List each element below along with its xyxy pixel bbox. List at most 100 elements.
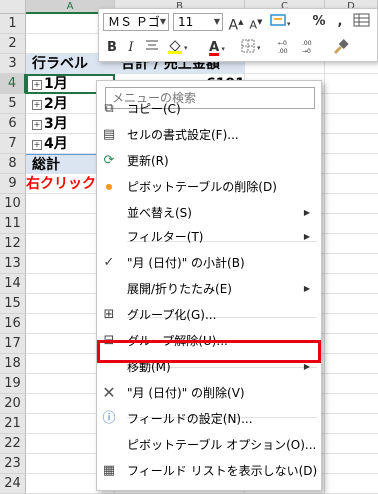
percent-style-button[interactable]: %	[311, 12, 327, 32]
bullet-icon: ●	[105, 182, 113, 191]
expand-icon[interactable]: +	[32, 120, 42, 130]
paint-bucket-icon: ▾	[168, 40, 188, 54]
font-color-button[interactable]: A ▾	[203, 38, 231, 58]
row-header[interactable]: 24	[0, 474, 26, 494]
pivot-item-label: 3月	[44, 116, 68, 132]
font-name-box[interactable]: ＭＳ Ｐゴ ▼	[103, 13, 169, 31]
context-menu-item[interactable]: フィルター(T) ▶	[96, 226, 322, 248]
svg-text:▾: ▾	[184, 44, 188, 52]
menu-item-label: フィルター(T)	[127, 230, 204, 244]
format-painter-table-button[interactable]	[351, 12, 373, 32]
paintbrush-icon	[334, 39, 349, 54]
row-header[interactable]: 15	[0, 294, 26, 314]
svg-text:▾: ▾	[287, 20, 291, 28]
right-click-annotation: 右クリック	[26, 176, 96, 192]
context-menu-item[interactable]: ▦ フィールド リストを表示しない(D)	[96, 460, 322, 482]
row-header[interactable]: 20	[0, 394, 26, 414]
borders-button[interactable]: ▾	[239, 38, 267, 58]
group-icon: ⊞	[103, 307, 115, 322]
context-menu-item[interactable]: ▤ セルの書式設定(F)...	[96, 124, 322, 146]
field-list-icon: ▦	[102, 463, 116, 478]
row-header[interactable]: 23	[0, 454, 26, 474]
menu-item-label: 並べ替え(S)	[127, 206, 192, 220]
expand-icon[interactable]: +	[32, 140, 42, 150]
font-size-box[interactable]: 11 ▼	[173, 13, 223, 31]
context-menu-item[interactable]: ⟳ 更新(R)	[96, 150, 322, 172]
row-header[interactable]: 6	[0, 114, 26, 134]
fill-color-button[interactable]: ▾	[165, 38, 193, 58]
menu-item-label: ピボットテーブル オプション(O)...	[127, 438, 317, 452]
format-painter-button[interactable]	[329, 38, 351, 58]
grow-font-button[interactable]: A▲	[227, 12, 245, 34]
context-menu-item[interactable]: ⊞ グループ化(G)...	[96, 304, 322, 326]
ungroup-highlight-box	[97, 340, 321, 363]
svg-text:▾: ▾	[257, 44, 261, 52]
menu-item-label: ピボットテーブルの削除(D)	[127, 180, 277, 194]
menu-item-label: 展開/折りたたみ(E)	[127, 282, 232, 296]
row-header[interactable]: 14	[0, 274, 26, 294]
row-header[interactable]: 10	[0, 194, 26, 214]
menu-item-label: グループ化(G)...	[127, 308, 217, 322]
expand-icon[interactable]: +	[32, 100, 42, 110]
row-header[interactable]: 4	[0, 74, 26, 94]
submenu-arrow-icon: ▶	[303, 284, 310, 293]
italic-button[interactable]: I	[123, 38, 139, 58]
align-center-icon	[146, 40, 158, 50]
row-header[interactable]: 7	[0, 134, 26, 154]
row-header[interactable]: 16	[0, 314, 26, 334]
comma-style-button[interactable]: ,	[333, 12, 347, 32]
increase-decimal-button[interactable]: ←0.00	[277, 38, 299, 58]
pivot-item-label: 4月	[44, 136, 68, 152]
menu-item-label: 更新(R)	[127, 154, 169, 168]
context-menu-item[interactable]: ピボットテーブル オプション(O)...	[96, 434, 322, 456]
chevron-down-icon: ▼	[213, 17, 220, 26]
row-header[interactable]: 9	[0, 174, 26, 194]
menu-item-label: "月 (日付)" の小計(B)	[127, 256, 245, 270]
menu-item-label: セルの書式設定(F)...	[127, 128, 239, 142]
svg-text:←0: ←0	[278, 40, 287, 47]
row-header[interactable]: 8	[0, 154, 26, 174]
submenu-arrow-icon: ▶	[303, 232, 310, 241]
context-menu-item[interactable]: ⓘ フィールドの設定(N)...	[96, 408, 322, 430]
mini-toolbar: ＭＳ Ｐゴ ▼ 11 ▼ A▲ A▼ ▾ % , B I ▾ A ▾ ▾ ←0.…	[98, 8, 378, 62]
bold-button[interactable]: B	[103, 38, 121, 58]
menu-item-label: コピー(C)	[127, 102, 181, 116]
row-header[interactable]: 12	[0, 234, 26, 254]
row-header[interactable]: 21	[0, 414, 26, 434]
field-settings-icon: ⓘ	[102, 411, 116, 426]
table-format-icon	[353, 13, 370, 27]
decrease-decimal-icon: .00→0	[302, 40, 312, 55]
font-size-value: 11	[178, 15, 194, 29]
submenu-arrow-icon: ▶	[303, 208, 310, 217]
row-header[interactable]: 2	[0, 34, 26, 54]
svg-text:.00: .00	[278, 48, 288, 54]
decrease-decimal-button[interactable]: .00 →0	[301, 38, 323, 58]
row-header[interactable]: 1	[0, 14, 26, 34]
row-header[interactable]: 22	[0, 434, 26, 454]
row-header[interactable]: 5	[0, 94, 26, 114]
context-menu-item[interactable]: ✓ "月 (日付)" の小計(B)	[96, 252, 322, 274]
borders-icon: ▾	[241, 39, 261, 53]
number-format-icon: ▾	[270, 14, 291, 28]
row-header[interactable]: 19	[0, 374, 26, 394]
refresh-icon: ⟳	[103, 153, 115, 168]
increase-decimal-icon: ←0.00	[278, 40, 288, 55]
context-menu-item[interactable]: ⧉ コピー(C)	[96, 98, 322, 120]
context-menu-item[interactable]: 並べ替え(S) ▶	[96, 202, 322, 224]
select-all-corner[interactable]	[0, 0, 26, 14]
pivot-item-label: 2月	[44, 96, 68, 112]
checkmark-icon: ✓	[103, 255, 115, 270]
context-menu-item[interactable]: 展開/折りたたみ(E) ▶	[96, 278, 322, 300]
align-center-button[interactable]	[143, 38, 161, 58]
row-header[interactable]: 3	[0, 54, 26, 74]
row-header[interactable]: 17	[0, 334, 26, 354]
menu-item-label: フィールドの設定(N)...	[127, 412, 253, 426]
row-header[interactable]: 13	[0, 254, 26, 274]
context-menu-item[interactable]: ● ピボットテーブルの削除(D)	[96, 176, 322, 198]
number-format-button[interactable]: ▾	[267, 12, 295, 32]
shrink-font-button[interactable]: A▼	[247, 12, 265, 32]
row-header[interactable]: 11	[0, 214, 26, 234]
context-menu-item[interactable]: ✕ "月 (日付)" の削除(V)	[96, 382, 322, 404]
row-header[interactable]: 18	[0, 354, 26, 374]
chevron-down-icon: ▼	[159, 17, 166, 26]
